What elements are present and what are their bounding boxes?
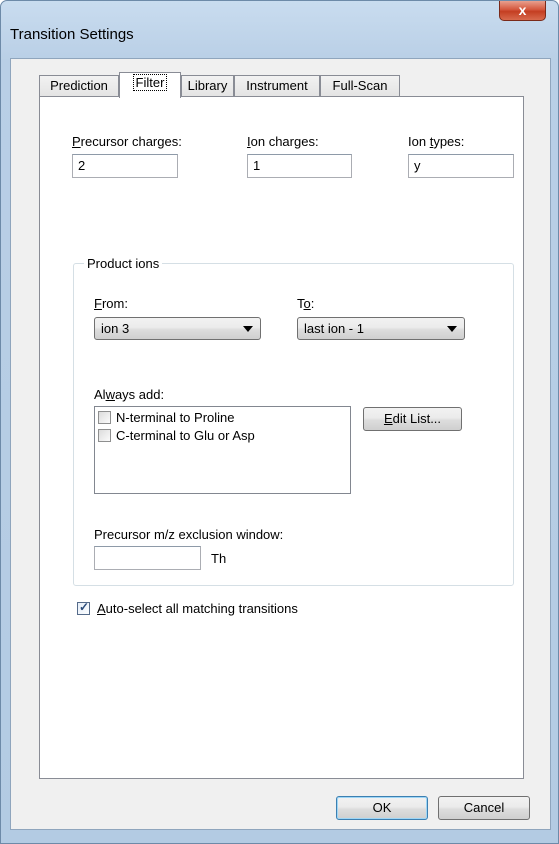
chevron-down-icon: [447, 326, 457, 332]
from-select[interactable]: ion 3: [94, 317, 261, 340]
to-label: To:: [297, 296, 315, 311]
always-add-label: Always add:: [94, 387, 165, 402]
checkbox-n-terminal[interactable]: [98, 411, 111, 424]
checkbox-c-terminal[interactable]: [98, 429, 111, 442]
exclusion-window-label: Precursor m/z exclusion window:: [94, 527, 284, 542]
cancel-button[interactable]: Cancel: [438, 796, 530, 820]
tab-filter[interactable]: Filter: [119, 72, 181, 98]
ion-types-label: Ion types:: [408, 134, 465, 149]
auto-select-checkbox[interactable]: ✓: [77, 600, 90, 615]
tab-library[interactable]: Library: [181, 75, 234, 97]
chevron-down-icon: [243, 326, 253, 332]
exclusion-window-input[interactable]: [94, 546, 201, 570]
edit-list-button[interactable]: Edit List...: [363, 407, 462, 431]
close-icon: x: [518, 2, 527, 18]
to-select[interactable]: last ion - 1: [297, 317, 465, 340]
window-title: Transition Settings: [10, 26, 134, 43]
tab-instrument[interactable]: Instrument: [234, 75, 320, 97]
ion-types-input[interactable]: y: [408, 154, 514, 178]
dialog-window: Transition Settings x Prediction Filter …: [0, 0, 559, 844]
checkmark-icon: ✓: [79, 600, 90, 614]
precursor-charges-label: Precursor charges:: [72, 134, 182, 149]
product-ions-group-label: Product ions: [84, 256, 163, 271]
from-label: From:: [94, 296, 128, 311]
ok-button[interactable]: OK: [336, 796, 428, 820]
exclusion-unit-label: Th: [211, 551, 227, 566]
precursor-charges-input[interactable]: 2: [72, 154, 178, 178]
close-button[interactable]: x: [499, 1, 546, 21]
ion-charges-label: Ion charges:: [247, 134, 319, 149]
tab-full-scan[interactable]: Full-Scan: [320, 75, 400, 97]
always-add-list[interactable]: N-terminal to Proline C-terminal to Glu …: [94, 406, 351, 494]
title-bar[interactable]: Transition Settings x: [1, 1, 558, 43]
ion-charges-input[interactable]: 1: [247, 154, 352, 178]
filter-tab-panel: Precursor charges: 2 Ion charges: 1 Ion …: [39, 96, 524, 779]
product-ions-group: Product ions From: ion 3 To: last ion - …: [73, 256, 514, 586]
dialog-client: Prediction Filter Library Instrument Ful…: [10, 58, 551, 830]
tab-prediction[interactable]: Prediction: [39, 75, 119, 97]
